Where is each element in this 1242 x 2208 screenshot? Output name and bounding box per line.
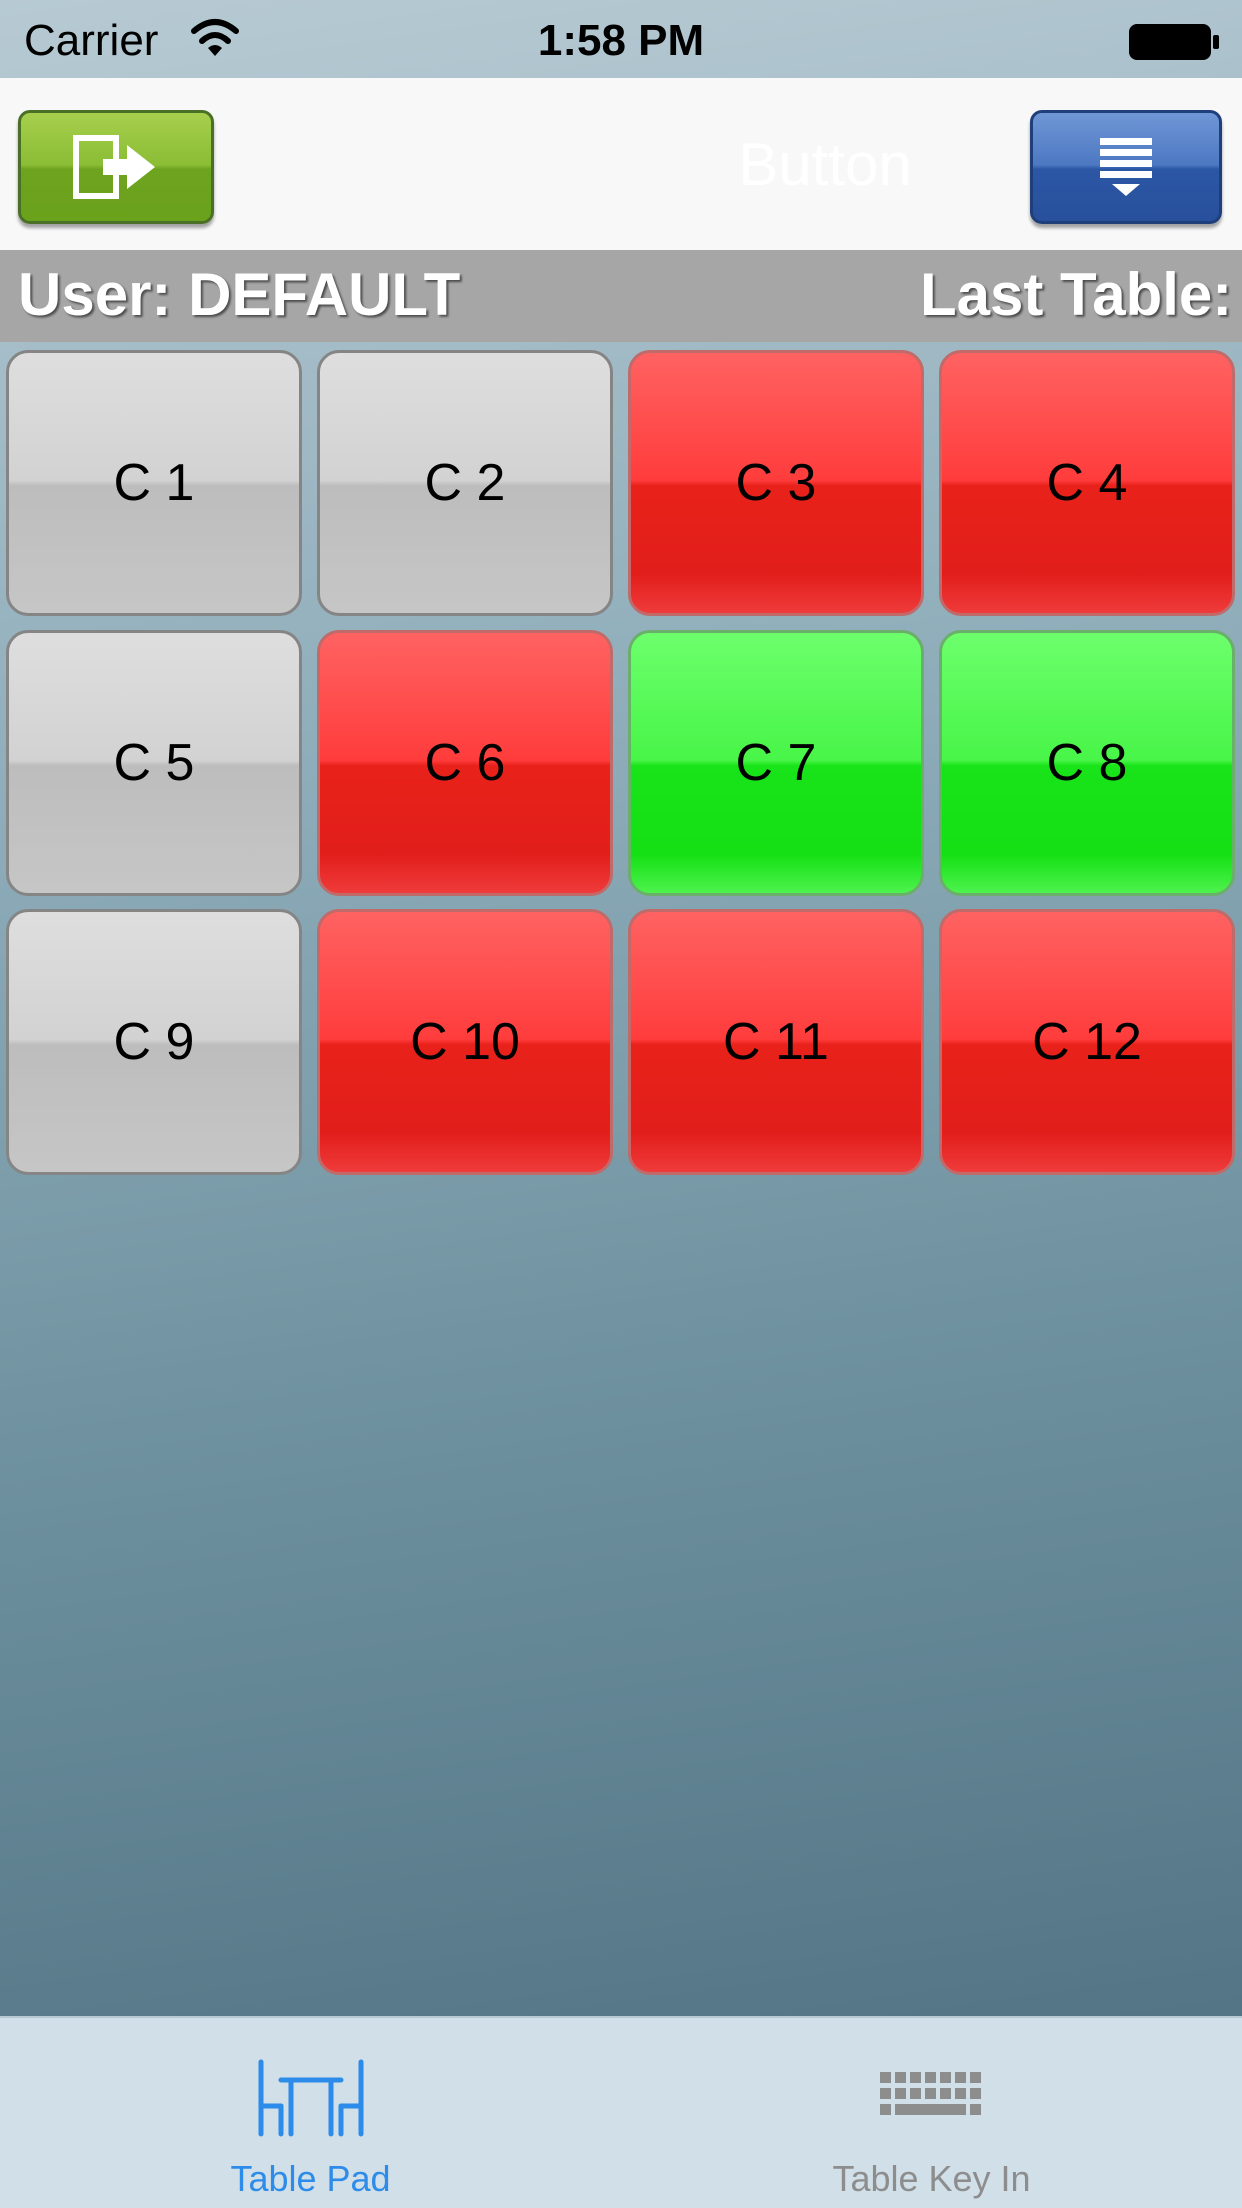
- menu-button[interactable]: [1030, 110, 1222, 224]
- nav-bar: Button: [0, 78, 1242, 250]
- table-tile[interactable]: C 2: [317, 350, 613, 616]
- tab-table-pad[interactable]: Table Pad: [0, 2018, 621, 2208]
- logout-icon: [73, 135, 155, 199]
- tab-label-table-key-in: Table Key In: [832, 2158, 1031, 2199]
- table-tile[interactable]: C 1: [6, 350, 302, 616]
- table-tile[interactable]: C 9: [6, 909, 302, 1175]
- table-chairs-icon: [258, 2059, 363, 2137]
- logout-button[interactable]: [18, 110, 214, 224]
- info-bar: User: DEFAULT Last Table:: [0, 250, 1242, 342]
- table-tile[interactable]: C 12: [939, 909, 1235, 1175]
- battery-icon: [1129, 24, 1219, 60]
- table-tile[interactable]: C 5: [6, 630, 302, 896]
- tab-bar: Table Pad Table Key In: [0, 2016, 1242, 2208]
- menu-list-icon: [1100, 138, 1152, 196]
- last-table-label: Last Table:: [920, 261, 1233, 328]
- table-tile[interactable]: C 4: [939, 350, 1235, 616]
- status-time: 1:58 PM: [537, 16, 705, 65]
- table-tile[interactable]: C 10: [317, 909, 613, 1175]
- table-tile[interactable]: C 7: [628, 630, 924, 896]
- user-label: User: DEFAULT: [18, 261, 461, 328]
- nav-center-button[interactable]: Button: [720, 130, 930, 200]
- table-tile[interactable]: C 11: [628, 909, 924, 1175]
- table-tile[interactable]: C 6: [317, 630, 613, 896]
- tab-label-table-pad: Table Pad: [230, 2158, 391, 2199]
- status-bar: Carrier 1:58 PM: [0, 0, 1242, 78]
- tab-table-key-in[interactable]: Table Key In: [621, 2018, 1242, 2208]
- keyboard-icon: [879, 2072, 981, 2115]
- table-tile[interactable]: C 8: [939, 630, 1235, 896]
- table-tile[interactable]: C 3: [628, 350, 924, 616]
- table-grid: C 1C 2C 3C 4 C 5C 6C 7C 8 C 9C 10 C 11 C 12: [0, 342, 1242, 1182]
